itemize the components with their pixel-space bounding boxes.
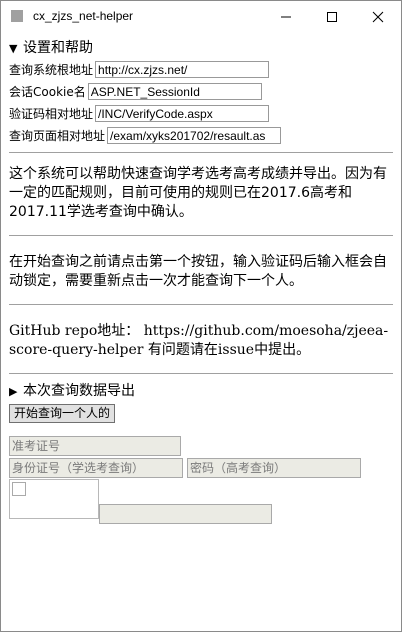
export-summary[interactable]: ▶ 本次查询数据导出 (9, 382, 393, 401)
root-url-row: 查询系统根地址 (9, 59, 393, 80)
captcha-url-label: 验证码相对地址 (9, 107, 94, 121)
start-query-button[interactable]: 开始查询一个人的 (9, 404, 116, 423)
root-url-label: 查询系统根地址 (9, 63, 94, 77)
cookie-name-input[interactable] (87, 83, 262, 100)
help-paragraph-2: 在开始查询之前请点击第一个按钮，输入验证码后输入框会自动锁定，需要重新点击一次才… (9, 254, 387, 289)
captcha-input[interactable] (99, 504, 272, 524)
captcha-url-row: 验证码相对地址 (9, 103, 393, 124)
settings-summary[interactable]: ▼ 设置和帮助 (9, 39, 393, 58)
collapsed-triangle-icon: ▶ (9, 385, 18, 398)
close-icon (372, 11, 384, 23)
expanded-triangle-icon: ▼ (9, 42, 18, 55)
cookie-name-row: 会话Cookie名 (9, 81, 393, 102)
app-window: cx_zjzs_net-helper ▼ 设置和帮助 查询系统根地址 会话Cook… (0, 0, 402, 632)
query-page-row: 查询页面相对地址 (9, 125, 393, 146)
close-button[interactable] (355, 1, 401, 33)
root-url-input[interactable] (95, 61, 270, 78)
help-paragraph-3: GitHub repo地址： https://github.com/moesoh… (9, 323, 389, 358)
divider (9, 152, 393, 153)
minimize-icon (281, 16, 291, 18)
captcha-url-input[interactable] (95, 105, 270, 122)
divider (9, 373, 393, 374)
help-paragraph-1: 这个系统可以帮助快速查询学考选考高考成绩并导出。因为有一定的匹配规则，目前可使用… (9, 166, 387, 220)
password-input[interactable]: 密码（高考查询） (187, 458, 361, 478)
broken-image-icon (12, 482, 26, 496)
export-summary-label: 本次查询数据导出 (23, 383, 135, 399)
settings-summary-label: 设置和帮助 (23, 40, 93, 56)
title-bar[interactable]: cx_zjzs_net-helper (1, 1, 401, 33)
minimize-button[interactable] (263, 1, 309, 33)
cookie-name-label: 会话Cookie名 (9, 85, 86, 99)
window-title: cx_zjzs_net-helper (33, 9, 134, 23)
exam-id-input[interactable]: 准考证号 (9, 436, 181, 456)
app-icon (11, 10, 23, 22)
page-content: ▼ 设置和帮助 查询系统根地址 会话Cookie名 验证码相对地址 查询页面相对地… (9, 33, 393, 423)
query-page-input[interactable] (107, 127, 282, 144)
captcha-image[interactable] (9, 479, 99, 519)
maximize-button[interactable] (309, 1, 355, 33)
id-card-input[interactable]: 身份证号（学选考查询） (9, 458, 183, 478)
divider (9, 304, 393, 305)
maximize-icon (327, 12, 337, 22)
divider (9, 235, 393, 236)
query-page-label: 查询页面相对地址 (9, 129, 106, 143)
